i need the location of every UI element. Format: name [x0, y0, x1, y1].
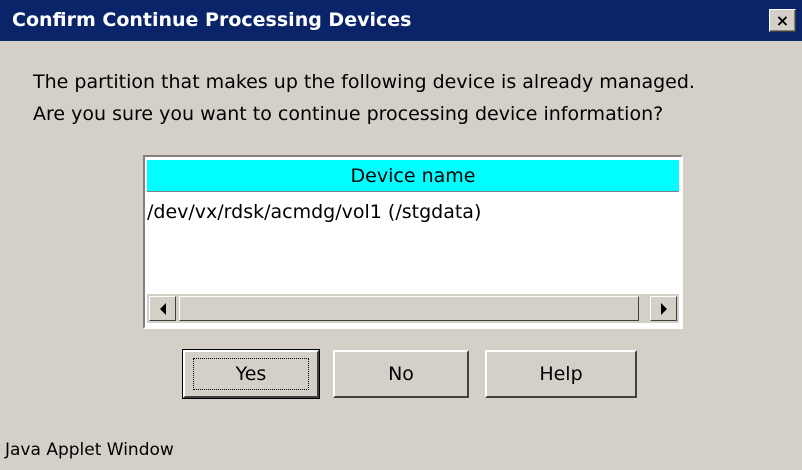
- scroll-right-button[interactable]: [650, 296, 677, 321]
- scrollbar-thumb[interactable]: [179, 296, 639, 321]
- help-button[interactable]: Help: [485, 350, 637, 398]
- close-button[interactable]: ×: [769, 9, 796, 32]
- arrow-right-icon: [660, 302, 667, 315]
- table-row[interactable]: /dev/vx/rdsk/acmdg/vol1 (/stgdata): [147, 201, 481, 223]
- confirm-dialog: Confirm Continue Processing Devices × Th…: [0, 0, 802, 470]
- no-button[interactable]: No: [333, 350, 469, 398]
- yes-button[interactable]: Yes: [182, 349, 320, 399]
- close-icon: ×: [775, 11, 790, 30]
- message-line-2: Are you sure you want to continue proces…: [33, 103, 664, 125]
- column-header-device-name[interactable]: Device name: [147, 160, 679, 192]
- title-bar: Confirm Continue Processing Devices ×: [0, 0, 802, 41]
- help-button-label: Help: [539, 363, 583, 385]
- applet-status-text: Java Applet Window: [5, 440, 174, 460]
- no-button-label: No: [388, 363, 414, 385]
- yes-button-label: Yes: [192, 358, 310, 390]
- horizontal-scrollbar[interactable]: [147, 294, 679, 323]
- dialog-title: Confirm Continue Processing Devices: [12, 9, 412, 31]
- confirmation-message: The partition that makes up the followin…: [33, 66, 695, 130]
- arrow-left-icon: [159, 302, 166, 315]
- message-line-1: The partition that makes up the followin…: [33, 71, 695, 93]
- scroll-left-button[interactable]: [149, 296, 176, 321]
- device-table: Device name /dev/vx/rdsk/acmdg/vol1 (/st…: [143, 155, 683, 329]
